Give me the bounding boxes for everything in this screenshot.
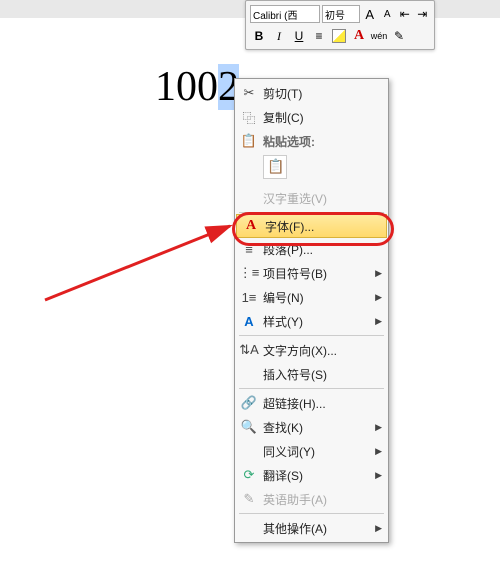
menu-separator	[239, 388, 384, 389]
menu-synonyms[interactable]: 同义词(Y) ▶	[235, 439, 388, 463]
menu-cut-label: 剪切(T)	[263, 85, 382, 102]
menu-ime-label: 汉字重选(V)	[263, 190, 382, 207]
menu-cut[interactable]: ✂ 剪切(T)	[235, 81, 388, 105]
chevron-right-icon: ▶	[375, 316, 382, 327]
numbering-icon: 1≡	[235, 290, 263, 305]
menu-insert-symbol[interactable]: 插入符号(S)	[235, 362, 388, 386]
menu-english-assistant: ✎ 英语助手(A)	[235, 487, 388, 511]
highlight-color-button[interactable]	[330, 27, 348, 45]
menu-additional-label: 其他操作(A)	[263, 520, 375, 537]
document-text[interactable]: 1002	[155, 63, 239, 111]
menu-numbering[interactable]: 1≡ 编号(N) ▶	[235, 285, 388, 309]
menu-insert-symbol-label: 插入符号(S)	[263, 366, 382, 383]
menu-bullets-label: 项目符号(B)	[263, 265, 375, 282]
menu-additional-actions[interactable]: 其他操作(A) ▶	[235, 516, 388, 540]
underline-button[interactable]: U	[290, 27, 308, 45]
menu-copy[interactable]: ⿻ 复制(C)	[235, 105, 388, 129]
menu-font[interactable]: A 字体(F)...	[236, 214, 387, 238]
menu-copy-label: 复制(C)	[263, 109, 382, 126]
english-assist-icon: ✎	[235, 491, 263, 507]
increase-indent-icon[interactable]: ⇥	[415, 5, 431, 23]
grow-font-button[interactable]: A	[362, 5, 378, 23]
translate-icon: ⟳	[235, 467, 263, 483]
mini-formatting-toolbar: A A ⇤ ⇥ B I U ≡ A wén ✎	[245, 0, 435, 50]
menu-translate-label: 翻译(S)	[263, 467, 375, 484]
menu-synonyms-label: 同义词(Y)	[263, 443, 375, 460]
menu-styles-label: 样式(Y)	[263, 313, 375, 330]
search-icon: 🔍	[235, 419, 263, 435]
font-family-select[interactable]	[250, 5, 320, 23]
menu-paragraph[interactable]: ≡ 段落(P)...	[235, 237, 388, 261]
bullets-icon: ⋮≡	[235, 265, 263, 281]
chevron-right-icon: ▶	[375, 268, 382, 279]
paste-option-row	[235, 153, 388, 186]
chevron-right-icon: ▶	[375, 470, 382, 481]
menu-numbering-label: 编号(N)	[263, 289, 375, 306]
hyperlink-icon: 🔗	[235, 395, 263, 411]
menu-hyperlink[interactable]: 🔗 超链接(H)...	[235, 391, 388, 415]
bold-button[interactable]: B	[250, 27, 268, 45]
chevron-right-icon: ▶	[375, 523, 382, 534]
menu-paste-options-heading: 📋 粘贴选项:	[235, 129, 388, 153]
menu-font-label: 字体(F)...	[265, 218, 380, 235]
copy-icon: ⿻	[235, 108, 263, 127]
menu-styles[interactable]: A 样式(Y) ▶	[235, 309, 388, 333]
menu-translate[interactable]: ⟳ 翻译(S) ▶	[235, 463, 388, 487]
clipboard-icon: 📋	[235, 133, 263, 149]
menu-english-assist-label: 英语助手(A)	[263, 491, 382, 508]
menu-bullets[interactable]: ⋮≡ 项目符号(B) ▶	[235, 261, 388, 285]
highlight-icon	[332, 29, 346, 43]
font-a-icon: A	[237, 218, 265, 234]
menu-paste-heading-label: 粘贴选项:	[263, 133, 382, 150]
paste-option-keep-source[interactable]	[263, 155, 287, 179]
menu-separator	[239, 335, 384, 336]
menu-lookup[interactable]: 🔍 查找(K) ▶	[235, 415, 388, 439]
shrink-font-button[interactable]: A	[380, 5, 396, 23]
menu-text-direction[interactable]: ⇅A 文字方向(X)...	[235, 338, 388, 362]
text-content: 100	[155, 64, 218, 110]
text-direction-icon: ⇅A	[235, 342, 263, 358]
paragraph-icon: ≡	[235, 242, 263, 257]
menu-ime-reconvert: 汉字重选(V)	[235, 186, 388, 210]
align-center-button[interactable]: ≡	[310, 27, 328, 45]
chevron-right-icon: ▶	[375, 446, 382, 457]
menu-separator	[239, 513, 384, 514]
menu-lookup-label: 查找(K)	[263, 419, 375, 436]
menu-paragraph-label: 段落(P)...	[263, 241, 382, 258]
phonetic-guide-button[interactable]: wén	[370, 27, 388, 45]
styles-icon: A	[235, 314, 263, 329]
menu-text-direction-label: 文字方向(X)...	[263, 342, 382, 359]
context-menu: ✂ 剪切(T) ⿻ 复制(C) 📋 粘贴选项: 汉字重选(V) A 字体(F).…	[234, 78, 389, 543]
format-painter-button[interactable]: ✎	[390, 27, 408, 45]
decrease-indent-icon[interactable]: ⇤	[397, 5, 413, 23]
menu-hyperlink-label: 超链接(H)...	[263, 395, 382, 412]
chevron-right-icon: ▶	[375, 422, 382, 433]
font-color-button[interactable]: A	[350, 27, 368, 45]
font-size-select[interactable]	[322, 5, 360, 23]
menu-separator	[239, 212, 384, 213]
chevron-right-icon: ▶	[375, 292, 382, 303]
scissors-icon: ✂	[235, 85, 263, 101]
italic-button[interactable]: I	[270, 27, 288, 45]
